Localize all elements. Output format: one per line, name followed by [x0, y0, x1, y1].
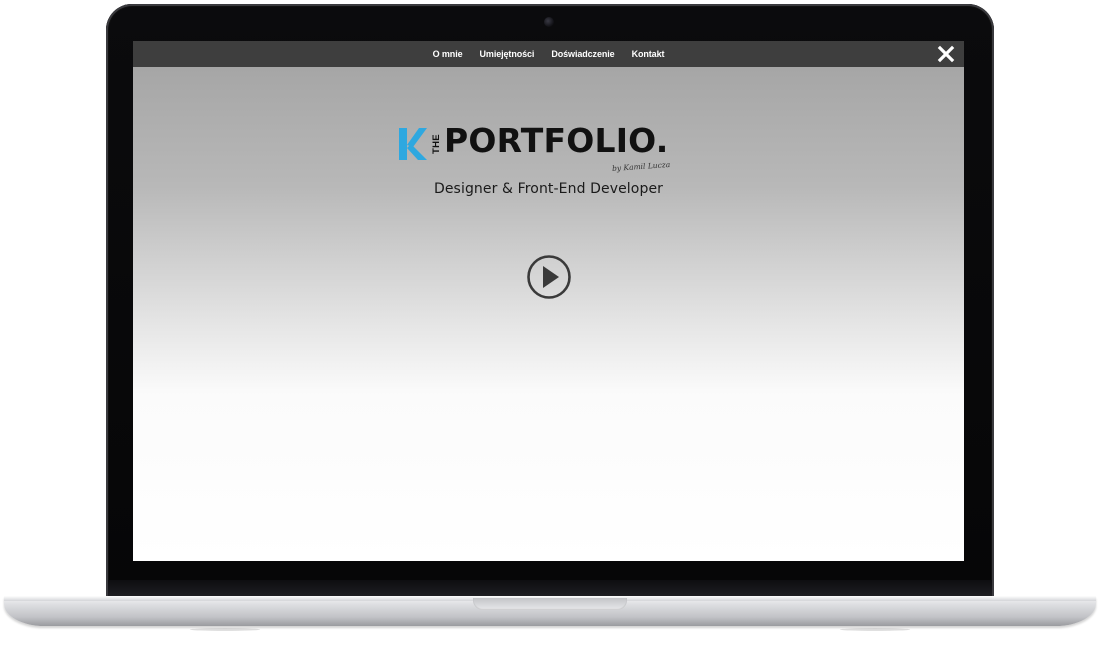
webcam: [544, 17, 554, 27]
k-logo-icon: [399, 128, 427, 160]
nav-link-doswiadczenie[interactable]: Doświadczenie: [551, 49, 614, 59]
play-button[interactable]: [526, 254, 572, 300]
laptop-foot-right: [840, 628, 910, 631]
nav-link-o-mnie[interactable]: O mnie: [433, 49, 463, 59]
portfolio-logo: THE PORTFOLIO. by Kamil Lucza: [397, 121, 707, 181]
logo-signature: by Kamil Lucza: [611, 159, 671, 174]
hero-subtitle: Designer & Front-End Developer: [433, 181, 664, 197]
base-notch: [473, 598, 627, 610]
laptop-mockup: O mnie Umiejętności Doświadczenie Kontak…: [0, 0, 1100, 648]
nav-link-kontakt[interactable]: Kontakt: [632, 49, 665, 59]
top-navbar: O mnie Umiejętności Doświadczenie Kontak…: [133, 41, 964, 67]
nav-menu: O mnie Umiejętności Doświadczenie Kontak…: [133, 41, 964, 67]
bezel-bottom: [108, 580, 992, 596]
laptop-screen: O mnie Umiejętności Doświadczenie Kontak…: [133, 41, 964, 561]
close-button[interactable]: [936, 44, 956, 64]
laptop-foot-left: [190, 628, 260, 631]
nav-link-umiejetnosci[interactable]: Umiejętności: [480, 49, 535, 59]
play-circle-icon: [527, 255, 571, 299]
close-icon: [937, 45, 955, 63]
logo-title: PORTFOLIO.: [444, 121, 669, 160]
